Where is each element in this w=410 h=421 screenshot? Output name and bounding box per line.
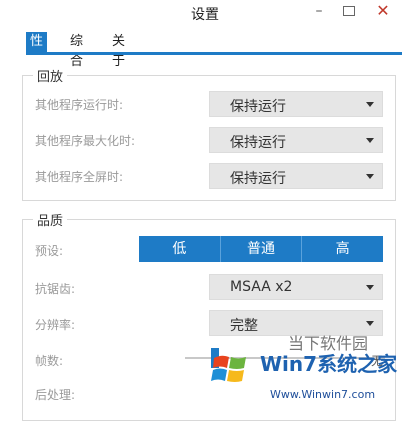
other-running-value: 保持运行 bbox=[230, 99, 286, 115]
settings-window: 设置 – ✕ 性能 综合 关于 回放 其他程序运行时: 保持运行 其他程序最大化… bbox=[0, 0, 410, 421]
preset-low-button[interactable]: 低 bbox=[139, 236, 220, 262]
other-running-select[interactable]: 保持运行 bbox=[209, 91, 383, 117]
other-running-label: 其他程序运行时: bbox=[35, 98, 124, 112]
windows-logo-icon bbox=[211, 355, 246, 382]
close-button[interactable]: ✕ bbox=[362, 0, 404, 22]
playback-group-title: 回放 bbox=[33, 66, 68, 85]
maximize-icon bbox=[343, 6, 355, 16]
tab-underline bbox=[26, 52, 402, 55]
postprocess-label: 后处理: bbox=[35, 388, 76, 402]
other-fullscreen-label: 其他程序全屏时: bbox=[35, 170, 124, 184]
antialias-value: MSAA x2 bbox=[230, 279, 293, 295]
preset-high-button[interactable]: 高 bbox=[301, 236, 383, 262]
tab-general[interactable]: 综合 bbox=[66, 32, 87, 69]
dropdown-arrow-icon bbox=[366, 285, 374, 290]
quality-group-title: 品质 bbox=[33, 210, 68, 229]
minimize-button[interactable]: – bbox=[304, 0, 334, 22]
preset-selector: 低 普通 高 bbox=[139, 236, 383, 262]
other-fullscreen-value: 保持运行 bbox=[230, 171, 286, 187]
playback-group: 回放 其他程序运行时: 保持运行 其他程序最大化时: 保持运行 其他程序全屏时:… bbox=[22, 66, 396, 201]
antialias-label: 抗锯齿: bbox=[35, 282, 76, 296]
resolution-label: 分辨率: bbox=[35, 318, 76, 332]
title-bar: 设置 – ✕ bbox=[0, 0, 410, 26]
watermark-brand: Win7系统之家 bbox=[260, 352, 398, 376]
fps-label: 帧数: bbox=[35, 354, 64, 368]
tab-about[interactable]: 关于 bbox=[108, 32, 129, 69]
maximize-button[interactable] bbox=[334, 0, 364, 22]
dropdown-arrow-icon bbox=[366, 102, 374, 107]
other-maximized-label: 其他程序最大化时: bbox=[35, 134, 136, 148]
preset-label: 预设: bbox=[35, 244, 64, 258]
preset-normal-button[interactable]: 普通 bbox=[219, 236, 302, 262]
tab-performance[interactable]: 性能 bbox=[26, 32, 48, 69]
dropdown-arrow-icon bbox=[366, 174, 374, 179]
other-maximized-value: 保持运行 bbox=[230, 135, 286, 151]
dropdown-arrow-icon bbox=[366, 138, 374, 143]
watermark: 当下软件园 Win7系统之家 Www.Winwin7.com bbox=[200, 330, 410, 413]
watermark-url: Www.Winwin7.com bbox=[270, 388, 376, 401]
antialias-select[interactable]: MSAA x2 bbox=[209, 274, 383, 300]
dropdown-arrow-icon bbox=[366, 321, 374, 326]
other-fullscreen-select[interactable]: 保持运行 bbox=[209, 163, 383, 189]
other-maximized-select[interactable]: 保持运行 bbox=[209, 127, 383, 153]
